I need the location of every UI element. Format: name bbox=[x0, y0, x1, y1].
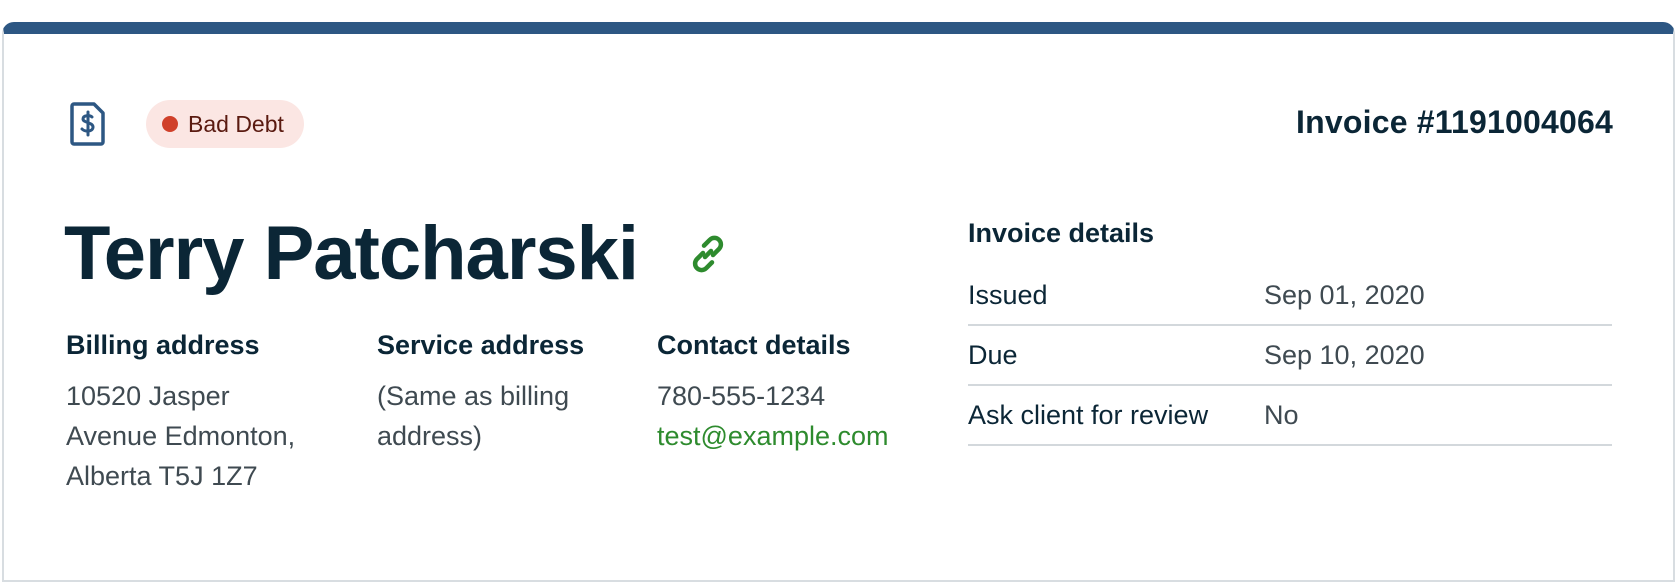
detail-value: No bbox=[1264, 400, 1299, 430]
invoice-detail-row: Ask client for review No bbox=[968, 386, 1612, 446]
invoice-detail-row: Issued Sep 01, 2020 bbox=[968, 266, 1612, 326]
service-address-line: (Same as billing bbox=[377, 381, 570, 411]
detail-value: Sep 01, 2020 bbox=[1264, 280, 1425, 310]
link-icon[interactable] bbox=[686, 232, 730, 276]
billing-address-title: Billing address bbox=[66, 330, 260, 360]
invoice-details-title: Invoice details bbox=[968, 218, 1155, 248]
contact-details-title: Contact details bbox=[657, 330, 851, 360]
service-address-line: address) bbox=[377, 421, 483, 451]
invoice-detail-row: Due Sep 10, 2020 bbox=[968, 326, 1612, 386]
detail-label: Issued bbox=[968, 280, 1048, 310]
status-badge: Bad Debt bbox=[146, 100, 304, 148]
billing-address-line: Avenue Edmonton, bbox=[66, 421, 296, 451]
invoice-details-section: Invoice details Issued Sep 01, 2020 Due … bbox=[968, 214, 1612, 446]
detail-value: Sep 10, 2020 bbox=[1264, 340, 1425, 370]
detail-label: Due bbox=[968, 340, 1018, 370]
service-address-title: Service address bbox=[377, 330, 585, 360]
billing-address-line: Alberta T5J 1Z7 bbox=[66, 461, 258, 491]
contact-phone: 780-555-1234 bbox=[657, 381, 826, 411]
service-address-section: Service address (Same as billing address… bbox=[377, 326, 584, 456]
status-badge-label: Bad Debt bbox=[188, 110, 284, 137]
contact-email-link[interactable]: test@example.com bbox=[657, 416, 889, 456]
status-dot bbox=[162, 116, 178, 132]
client-name: Terry Patcharski bbox=[64, 211, 639, 296]
invoice-number: Invoice #1191004064 bbox=[1296, 104, 1613, 140]
contact-details-section: Contact details 780-555-1234 test@exampl… bbox=[657, 326, 889, 456]
detail-label: Ask client for review bbox=[968, 400, 1209, 430]
billing-address-line: 10520 Jasper bbox=[66, 381, 230, 411]
invoice-dollar-icon bbox=[70, 102, 105, 146]
billing-address-section: Billing address 10520 Jasper Avenue Edmo… bbox=[66, 326, 295, 496]
